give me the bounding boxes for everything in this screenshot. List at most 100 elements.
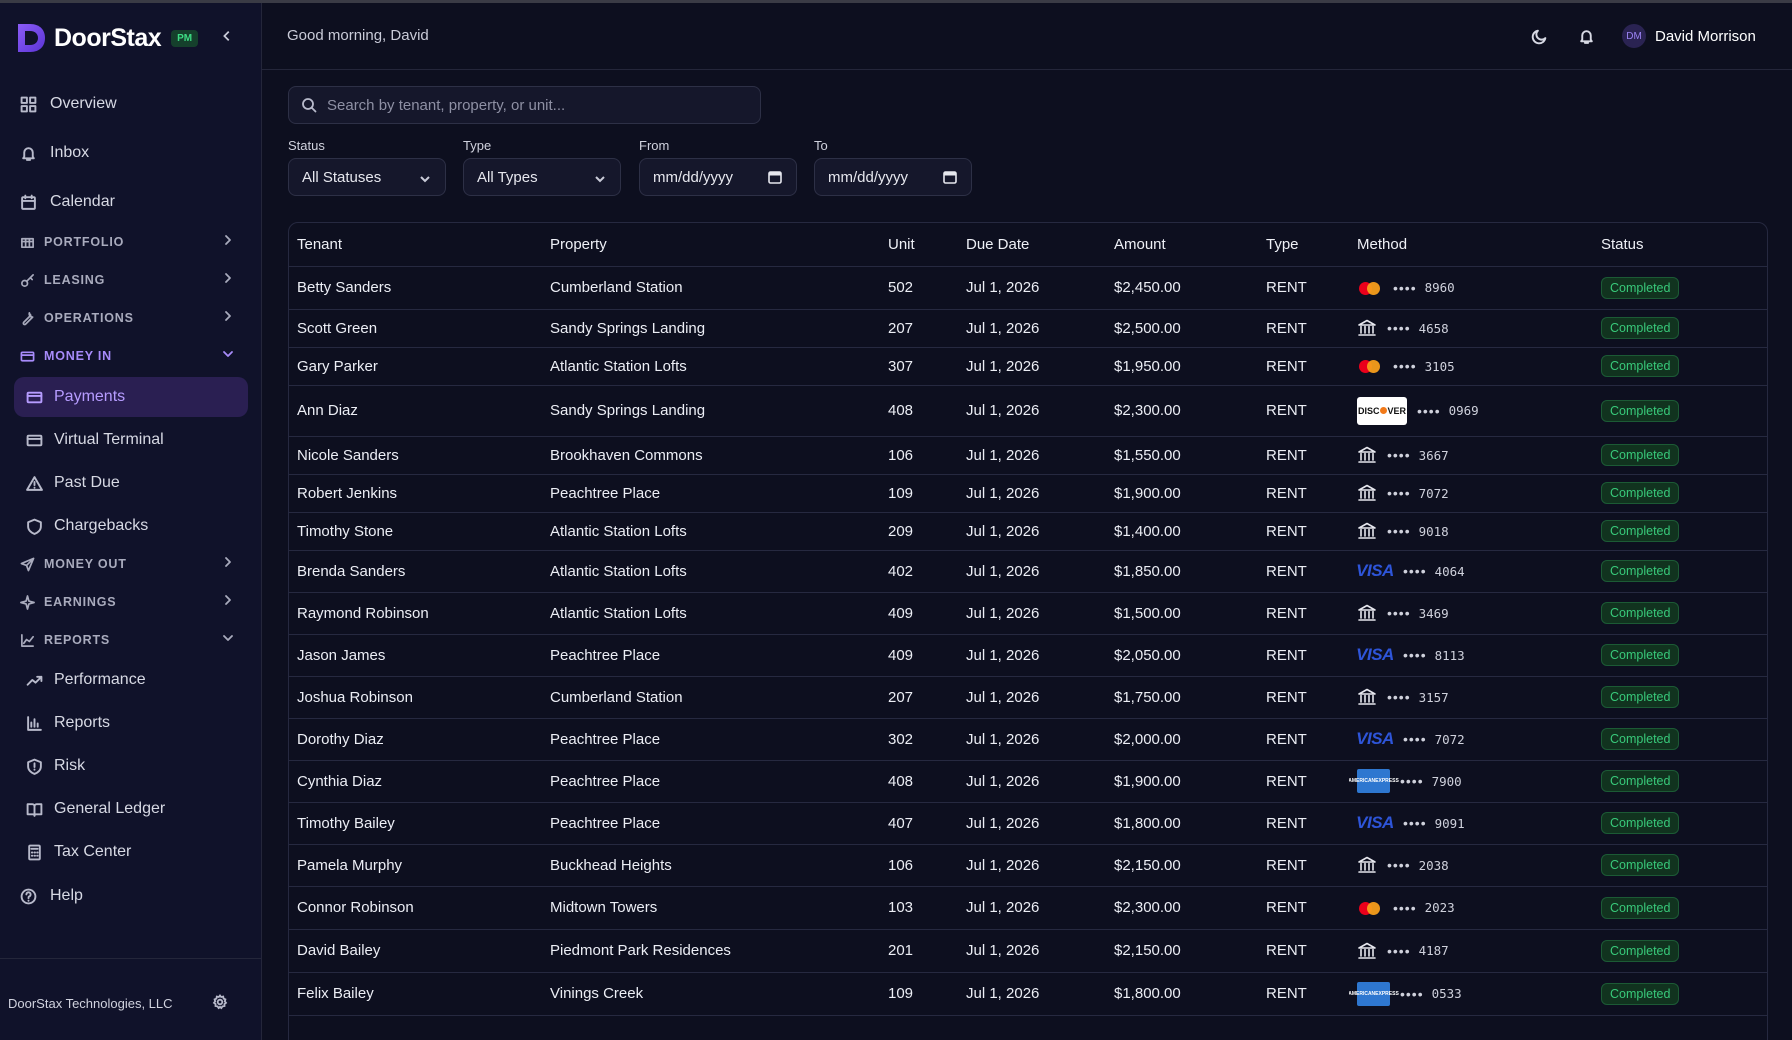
sidebar-item-inbox[interactable]: Inbox: [12, 134, 248, 172]
sidebar-item-performance[interactable]: Performance: [14, 660, 248, 700]
search-box[interactable]: [288, 86, 761, 124]
table-row[interactable]: Jason James Peachtree Place 409 Jul 1, 2026…: [289, 634, 1767, 677]
section-money-out[interactable]: MONEY OUT: [12, 549, 248, 579]
table-row[interactable]: Timothy Stone Atlantic Station Lofts 209 Ju…: [289, 512, 1767, 551]
column-header-due-date[interactable]: Due Date: [958, 223, 1106, 267]
table-row[interactable]: Raymond Robinson Atlantic Station Lofts 40…: [289, 592, 1767, 635]
table-row[interactable]: Timothy Bailey Peachtree Place 407 Jul 1, 2…: [289, 802, 1767, 845]
method-cell: •••• 3157: [1349, 676, 1593, 719]
user-menu[interactable]: DM David Morrison: [1622, 23, 1756, 49]
calendar-icon[interactable]: [943, 170, 957, 184]
sidebar-item-risk[interactable]: Risk: [14, 746, 248, 786]
moon-icon[interactable]: [1528, 25, 1550, 47]
chevron-down-icon: [222, 632, 236, 646]
status-badge: Completed: [1601, 854, 1680, 876]
table-row[interactable]: Ann Diaz Sandy Springs Landing 408 Jul 1, 2…: [289, 385, 1767, 437]
status-badge: Completed: [1601, 896, 1680, 919]
tenant-cell: Robert Jenkins: [289, 474, 542, 513]
masked-dots: ••••: [1400, 985, 1424, 1002]
collapse-sidebar-button[interactable]: [218, 28, 236, 46]
chevron-down-icon: [594, 172, 606, 184]
table-row[interactable]: Scott Green Sandy Springs Landing 207 Jul 1…: [289, 309, 1767, 348]
masked-dots: ••••: [1387, 320, 1411, 336]
sidebar-item-tax-center[interactable]: Tax Center: [14, 832, 248, 872]
section-portfolio[interactable]: PORTFOLIO: [12, 227, 248, 257]
gear-icon[interactable]: [212, 994, 230, 1012]
type-select[interactable]: All Types: [463, 158, 621, 196]
sidebar-item-reports[interactable]: Reports: [14, 703, 248, 743]
section-operations[interactable]: OPERATIONS: [12, 303, 248, 333]
column-header-method[interactable]: Method: [1349, 223, 1593, 267]
section-label: OPERATIONS: [44, 311, 134, 325]
last-four: 3105: [1424, 358, 1455, 374]
sidebar-item-virtual-terminal[interactable]: Virtual Terminal: [14, 420, 248, 460]
sidebar-item-chargebacks[interactable]: Chargebacks: [14, 506, 248, 546]
masked-dots: ••••: [1393, 899, 1417, 916]
search-input[interactable]: [327, 96, 747, 114]
from-date-input[interactable]: mm/dd/yyyy: [639, 158, 797, 196]
column-header-property[interactable]: Property: [542, 223, 880, 267]
status-badge: Completed: [1601, 686, 1680, 708]
unit-cell: 207: [880, 676, 958, 719]
sidebar-item-help[interactable]: Help: [12, 877, 248, 915]
table-row[interactable]: Joshua Robinson Cumberland Station 207 Jul …: [289, 676, 1767, 719]
tenant-cell: Ann Diaz: [289, 385, 542, 437]
table-row[interactable]: Betty Sanders Cumberland Station 502 Jul 1,…: [289, 266, 1767, 310]
section-money-in[interactable]: MONEY IN: [12, 341, 248, 371]
section-reports[interactable]: REPORTS: [12, 625, 248, 655]
tenant-cell: Pamela Murphy: [289, 844, 542, 887]
property-cell: Buckhead Heights: [542, 844, 880, 887]
last-four: 7072: [1418, 485, 1449, 501]
column-header-status[interactable]: Status: [1593, 223, 1767, 267]
brand[interactable]: DoorStax PM: [16, 21, 199, 55]
sparkle-icon: [18, 593, 36, 611]
sidebar-item-label: Tax Center: [54, 843, 132, 860]
status-cell: Completed: [1593, 972, 1767, 1016]
visa-icon: VISA: [1356, 645, 1394, 664]
type-cell: RENT: [1258, 676, 1349, 719]
table-row[interactable]: Connor Robinson Midtown Towers 103 Jul 1, 2…: [289, 886, 1767, 930]
status-select[interactable]: All Statuses: [288, 158, 446, 196]
column-header-amount[interactable]: Amount: [1106, 223, 1258, 267]
status-badge: Completed: [1601, 399, 1680, 422]
status-cell: Completed: [1593, 634, 1767, 677]
table-row[interactable]: David Bailey Piedmont Park Residences 201 J…: [289, 929, 1767, 973]
sidebar-item-past-due[interactable]: Past Due: [14, 463, 248, 503]
table-row[interactable]: Felix Bailey Vinings Creek 109 Jul 1, 2026 $…: [289, 972, 1767, 1016]
amount-cell: $1,400.00: [1106, 512, 1258, 551]
table-row[interactable]: Brenda Sanders Atlantic Station Lofts 402 J…: [289, 550, 1767, 593]
section-earnings[interactable]: EARNINGS: [12, 587, 248, 617]
unit-cell: 402: [880, 550, 958, 593]
unit-cell: 109: [880, 972, 958, 1016]
status-filter-label: Status: [288, 138, 325, 153]
table-row[interactable]: Dorothy Diaz Peachtree Place 302 Jul 1, 202…: [289, 718, 1767, 761]
calendar-icon[interactable]: [768, 170, 782, 184]
table-row[interactable]: Cynthia Diaz Peachtree Place 408 Jul 1, 202…: [289, 760, 1767, 803]
status-cell: Completed: [1593, 676, 1767, 719]
type-cell: RENT: [1258, 634, 1349, 677]
table-row[interactable]: Gary Parker Atlantic Station Lofts 307 Jul …: [289, 347, 1767, 386]
method-cell: •••• 3469: [1349, 592, 1593, 635]
sidebar-item-payments[interactable]: Payments: [14, 377, 248, 417]
notification-bell-icon[interactable]: [1575, 25, 1597, 47]
column-header-unit[interactable]: Unit: [880, 223, 958, 267]
column-header-tenant[interactable]: Tenant: [289, 223, 542, 267]
table-row[interactable]: Nicole Sanders Brookhaven Commons 106 Jul 1…: [289, 436, 1767, 475]
table-row[interactable]: Robert Jenkins Peachtree Place 109 Jul 1, 2…: [289, 474, 1767, 513]
plan-badge: PM: [171, 29, 199, 47]
due-date-cell: Jul 1, 2026: [958, 592, 1106, 635]
due-date-cell: Jul 1, 2026: [958, 718, 1106, 761]
table-row[interactable]: Pamela Murphy Buckhead Heights 106 Jul 1, 2…: [289, 844, 1767, 887]
to-date-input[interactable]: mm/dd/yyyy: [814, 158, 972, 196]
chevron-right-icon: [222, 556, 236, 570]
shield-alert-icon: [24, 756, 44, 776]
unit-cell: 207: [880, 309, 958, 348]
section-leasing[interactable]: LEASING: [12, 265, 248, 295]
sidebar-item-overview[interactable]: Overview: [12, 85, 248, 123]
sidebar-item-calendar[interactable]: Calendar: [12, 183, 248, 221]
sidebar-footer: DoorStax Technologies, LLC: [0, 958, 261, 1040]
sidebar-item-general-ledger[interactable]: General Ledger: [14, 789, 248, 829]
column-header-type[interactable]: Type: [1258, 223, 1349, 267]
tenant-cell: Brenda Sanders: [289, 550, 542, 593]
search-icon: [302, 98, 317, 113]
